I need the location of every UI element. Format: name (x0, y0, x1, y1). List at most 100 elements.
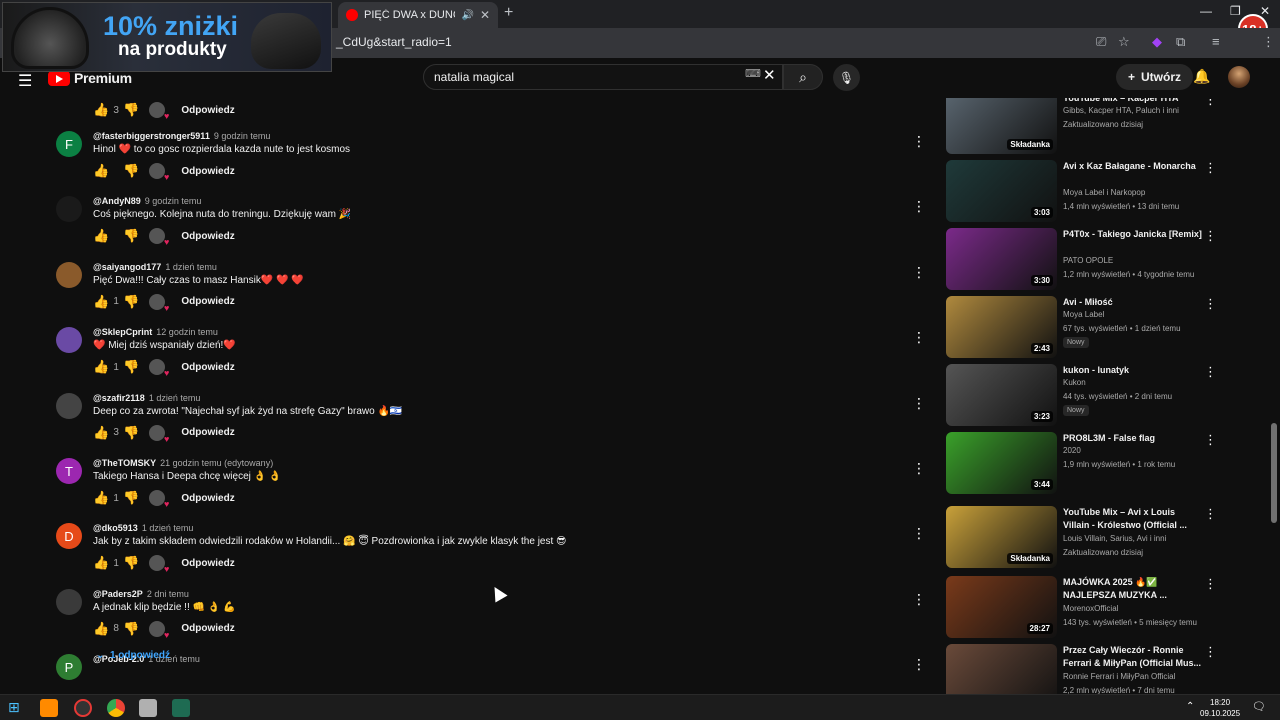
video-channel[interactable]: Kukon (1063, 378, 1086, 387)
comment-author[interactable]: @SklepCprint 12 godzin temu (93, 327, 218, 337)
video-thumbnail[interactable] (946, 644, 1057, 694)
show-replies-button[interactable]: ⌄ 1 odpowiedź (96, 650, 170, 661)
video-menu-icon[interactable]: ⋮ (1204, 432, 1217, 448)
comment-time[interactable]: 1 dzień temu (149, 393, 201, 403)
comment-menu-icon[interactable]: ⋮ (912, 329, 926, 346)
file-explorer-icon[interactable] (139, 699, 157, 717)
dislike-icon[interactable]: 👎 (123, 228, 139, 244)
video-menu-icon[interactable]: ⋮ (1204, 160, 1217, 176)
comment-time[interactable]: 9 godzin temu (214, 131, 271, 141)
restore-icon[interactable]: ❐ (1230, 4, 1241, 18)
notification-center-icon[interactable]: 🗨 (1252, 700, 1266, 713)
video-channel[interactable]: Louis Villain, Sarius, Avi i inni (1063, 534, 1166, 543)
dislike-icon[interactable]: 👎 (123, 163, 139, 179)
video-menu-icon[interactable]: ⋮ (1204, 506, 1217, 522)
extensions-puzzle-icon[interactable]: ⧉ (1176, 34, 1185, 50)
like-icon[interactable]: 👍 (93, 490, 109, 506)
search-button[interactable]: ⌕ (783, 64, 823, 90)
comment-time[interactable]: 12 godzin temu (156, 327, 218, 337)
comment-author[interactable]: @szafir2118 1 dzień temu (93, 393, 200, 403)
related-video-item[interactable]: 2:43 Avi - Miłość Moya Label 67 tys. wyświe… (946, 296, 1218, 360)
video-menu-icon[interactable]: ⋮ (1204, 296, 1217, 312)
reply-button[interactable]: Odpowiedz (181, 296, 234, 307)
hamburger-menu-icon[interactable]: ☰ (18, 71, 32, 91)
like-icon[interactable]: 👍 (93, 425, 109, 441)
keyboard-icon[interactable]: ⌨ (745, 67, 761, 80)
cast-icon[interactable]: ⎚ (1096, 34, 1106, 50)
channel-name[interactable]: Moya Label (1063, 310, 1104, 319)
author-handle[interactable]: @Paders2P (93, 589, 143, 599)
app-icon-excel[interactable] (172, 699, 190, 717)
speaker-icon[interactable]: 🔊 (461, 10, 473, 21)
comment-menu-icon[interactable]: ⋮ (912, 264, 926, 281)
url-text[interactable]: _CdUg&start_radio=1 (336, 35, 452, 49)
new-tab-icon[interactable]: + (504, 4, 513, 22)
comment-avatar[interactable]: F (56, 131, 82, 157)
comment-menu-icon[interactable]: ⋮ (912, 133, 926, 150)
reply-button[interactable]: Odpowiedz (181, 558, 234, 569)
ad-banner[interactable]: 10% zniżki na produkty (2, 2, 332, 72)
reply-button[interactable]: Odpowiedz (181, 493, 234, 504)
video-channel[interactable]: 2020 (1063, 446, 1081, 455)
channel-name[interactable]: 2020 (1063, 446, 1081, 455)
video-thumbnail[interactable]: 28:27 (946, 576, 1057, 638)
comment-menu-icon[interactable]: ⋮ (912, 460, 926, 477)
comment-menu-icon[interactable]: ⋮ (912, 656, 926, 673)
related-video-item[interactable]: Przez Cały Wieczór - Ronnie Ferrari & Mi… (946, 644, 1218, 694)
media-control-icon[interactable]: ≡ (1212, 34, 1220, 49)
taskbar-clock[interactable]: 18:20 09.10.2025 (1200, 697, 1240, 719)
comment-author[interactable]: @dko5913 1 dzień temu (93, 523, 193, 533)
like-icon[interactable]: 👍 (93, 163, 109, 179)
account-avatar[interactable] (1228, 66, 1250, 88)
browser-tab-active[interactable]: PIĘĆ DWA x DUNCAN x HI 🔊 ✕ (338, 2, 498, 28)
video-title[interactable]: MAJÓWKA 2025 🔥✅ NAJLEPSZA MUZYKA ... (1063, 576, 1203, 602)
video-title[interactable]: YouTube Mix – Avi x Louis Villain - Król… (1063, 506, 1203, 532)
author-handle[interactable]: @TheTOMSKY (93, 458, 156, 468)
scrollbar-thumb[interactable] (1271, 423, 1277, 523)
page-scrollbar[interactable] (1270, 98, 1278, 694)
dislike-icon[interactable]: 👎 (123, 102, 139, 118)
browser-menu-icon[interactable]: ⋮ (1262, 34, 1275, 50)
channel-name[interactable]: Kukon (1063, 378, 1086, 387)
like-icon[interactable]: 👍 (93, 359, 109, 375)
related-video-item[interactable]: 3:23 kukon - lunatyk Kukon 44 tys. wyświetl… (946, 364, 1218, 428)
clear-search-icon[interactable]: ✕ (763, 66, 776, 84)
video-title[interactable]: YouTube Mix – Kacper HTA (1063, 98, 1203, 105)
comment-menu-icon[interactable]: ⋮ (912, 591, 926, 608)
comment-avatar[interactable] (56, 196, 82, 223)
comment-time[interactable]: 1 dzień temu (165, 262, 217, 272)
author-handle[interactable]: @SklepCprint (93, 327, 152, 337)
video-title[interactable]: PRO8L3M - False flag (1063, 432, 1203, 445)
related-video-item[interactable]: 3:03 Avi x Kaz Bałagane - Monarcha Moya La… (946, 160, 1218, 224)
channel-name[interactable]: MorenoxOfficial (1063, 604, 1118, 613)
like-icon[interactable]: 👍 (93, 294, 109, 310)
reply-button[interactable]: Odpowiedz (181, 362, 234, 373)
video-channel[interactable]: MorenoxOfficial (1063, 604, 1118, 613)
author-handle[interactable]: @szafir2118 (93, 393, 145, 403)
channel-name[interactable]: Gibbs, Kacper HTA, Paluch i inni (1063, 106, 1179, 115)
comment-avatar[interactable] (56, 392, 82, 419)
reply-button[interactable]: Odpowiedz (181, 623, 234, 634)
comment-time[interactable]: 2 dni temu (147, 589, 189, 599)
bookmark-star-icon[interactable]: ☆ (1118, 34, 1130, 50)
related-video-item[interactable]: 28:27 MAJÓWKA 2025 🔥✅ NAJLEPSZA MUZYKA ..… (946, 576, 1218, 640)
comment-avatar[interactable]: T (56, 458, 82, 484)
comment-menu-icon[interactable]: ⋮ (912, 525, 926, 542)
channel-name[interactable]: PATO OPOLE (1063, 256, 1113, 265)
comment-author[interactable]: @fasterbiggerstronger5911 9 godzin temu (93, 131, 270, 141)
video-channel[interactable]: Gibbs, Kacper HTA, Paluch i inni (1063, 106, 1179, 115)
video-thumbnail[interactable]: 3:03 (946, 160, 1057, 222)
windows-start-icon[interactable]: ⊞ (8, 699, 26, 717)
comment-author[interactable]: @saiyangod177 1 dzień temu (93, 262, 217, 272)
comment-avatar[interactable] (56, 588, 82, 615)
reply-button[interactable]: Odpowiedz (181, 105, 234, 116)
comment-avatar[interactable]: D (56, 523, 82, 550)
dislike-icon[interactable]: 👎 (123, 490, 139, 506)
video-thumbnail[interactable]: 3:44 (946, 432, 1057, 494)
video-menu-icon[interactable]: ⋮ (1204, 576, 1217, 592)
comment-avatar[interactable]: P (56, 654, 82, 681)
related-video-item[interactable]: 3:30 P4T0x - Takiego Janicka [Remix] PATO … (946, 228, 1218, 292)
video-menu-icon[interactable]: ⋮ (1204, 228, 1217, 244)
video-title[interactable]: Avi - Miłość (1063, 296, 1203, 309)
video-menu-icon[interactable]: ⋮ (1204, 98, 1217, 108)
